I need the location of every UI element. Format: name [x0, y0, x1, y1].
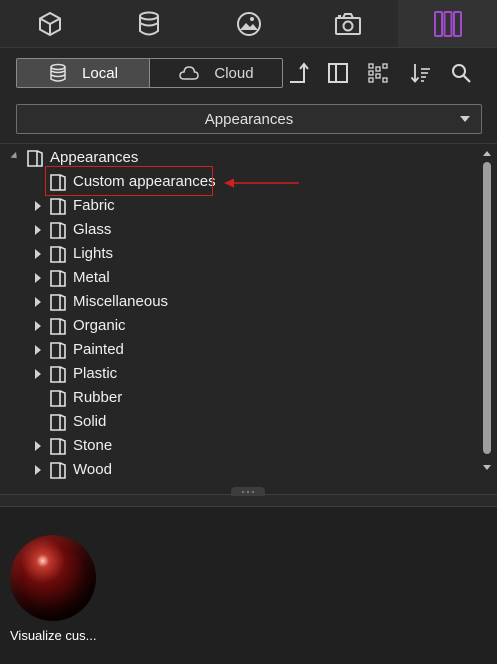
swatch-label: Visualize cus... [10, 628, 97, 643]
panel-toggle-button[interactable] [325, 60, 351, 86]
tree-item-label: Lights [73, 245, 114, 262]
tree-item-label: Miscellaneous [73, 293, 169, 310]
tree-item[interactable]: Metal [0, 266, 480, 290]
tree-item[interactable]: Painted [0, 338, 480, 362]
environment-image-icon [236, 11, 261, 36]
tree-item-label: Fabric [73, 197, 115, 214]
tree-root-label: Appearances [50, 149, 139, 166]
folder-icon [50, 294, 66, 311]
top-tab-bar [0, 0, 497, 48]
expand-arrow-icon[interactable] [35, 249, 41, 259]
search-button[interactable] [448, 60, 474, 86]
material-bucket-icon [138, 11, 159, 35]
expand-arrow-icon[interactable] [35, 201, 41, 211]
local-button[interactable]: Local [17, 59, 150, 87]
tree-item-label: Plastic [73, 365, 118, 382]
tree-item-label: Stone [73, 437, 113, 454]
tab-materials[interactable] [99, 0, 198, 47]
go-up-button[interactable] [286, 60, 312, 86]
folder-icon [27, 150, 43, 167]
tree-item[interactable]: Fabric [0, 194, 480, 218]
tree-item[interactable]: Plastic [0, 362, 480, 386]
folder-icon [50, 198, 66, 215]
tree-item-label: Rubber [73, 389, 123, 406]
tree-item-label: Wood [73, 461, 112, 478]
database-icon [50, 63, 66, 82]
expanded-arrow-icon[interactable] [10, 151, 20, 162]
tree-item[interactable]: Lights [0, 242, 480, 266]
tree-item[interactable]: Rubber [0, 386, 480, 410]
search-icon [452, 64, 471, 83]
go-up-icon [290, 62, 309, 83]
splitter-grip[interactable] [231, 487, 265, 496]
tree-item[interactable]: Glass [0, 218, 480, 242]
library-dropdown-value: Appearances [204, 110, 294, 128]
tree-item-label: Metal [73, 269, 110, 286]
tab-library[interactable] [398, 0, 497, 47]
library-dropdown[interactable]: Appearances [16, 104, 482, 134]
chevron-down-icon [460, 116, 470, 122]
tree-item[interactable]: Stone [0, 434, 480, 458]
folder-icon [50, 414, 66, 431]
tree-item-label: Organic [73, 317, 126, 334]
folder-icon [50, 462, 66, 479]
expand-arrow-icon[interactable] [35, 345, 41, 355]
folder-icon [50, 318, 66, 335]
tab-model[interactable] [0, 0, 99, 47]
tab-environment[interactable] [199, 0, 298, 47]
tree-item[interactable]: Solid [0, 410, 480, 434]
expand-arrow-icon[interactable] [35, 321, 41, 331]
tree-item[interactable]: Organic [0, 314, 480, 338]
library-books-icon [433, 10, 462, 37]
tree-item[interactable]: Wood [0, 458, 480, 482]
tree-item-label: Painted [73, 341, 124, 358]
sort-icon [410, 64, 430, 83]
folder-icon [50, 342, 66, 359]
divider [0, 143, 497, 144]
folder-icon [50, 438, 66, 455]
source-toggle: Local Cloud [16, 58, 283, 88]
tab-camera[interactable] [298, 0, 397, 47]
expand-arrow-icon[interactable] [35, 465, 41, 475]
scrollbar-thumb[interactable] [483, 162, 491, 454]
scroll-up-arrow-icon[interactable] [483, 151, 491, 156]
scroll-down-arrow-icon[interactable] [483, 465, 491, 470]
tree-item-label: Solid [73, 413, 107, 430]
material-swatch-thumbnail[interactable] [10, 535, 96, 621]
tree-item[interactable]: Miscellaneous [0, 290, 480, 314]
tree-view-icon [368, 63, 388, 83]
expand-arrow-icon[interactable] [35, 225, 41, 235]
annotation-highlight-box [45, 166, 213, 196]
folder-icon [50, 366, 66, 383]
annotation-arrow-icon [224, 178, 299, 188]
panel-icon [328, 63, 348, 83]
tree-view-button[interactable] [365, 60, 391, 86]
expand-arrow-icon[interactable] [35, 297, 41, 307]
folder-icon [50, 246, 66, 263]
folder-icon [50, 390, 66, 407]
camera-icon [334, 12, 361, 35]
cloud-label: Cloud [214, 64, 254, 82]
expand-arrow-icon[interactable] [35, 369, 41, 379]
sort-button[interactable] [408, 60, 434, 86]
model-cube-icon [38, 11, 61, 36]
cloud-icon [179, 66, 200, 80]
tree-item-label: Glass [73, 221, 112, 238]
cloud-button[interactable]: Cloud [150, 59, 282, 87]
expand-arrow-icon[interactable] [35, 441, 41, 451]
expand-arrow-icon[interactable] [35, 273, 41, 283]
local-label: Local [82, 64, 118, 82]
folder-icon [50, 270, 66, 287]
folder-icon [50, 222, 66, 239]
